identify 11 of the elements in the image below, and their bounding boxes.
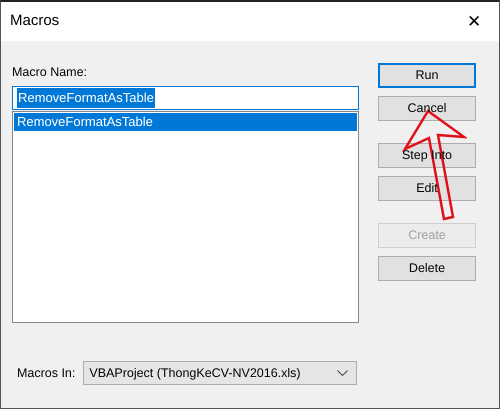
dialog-button[interactable]: Cancel [378,96,476,121]
dialog-button[interactable]: Delete [378,256,476,281]
chevron-down-icon [337,370,348,376]
macro-name-field[interactable]: RemoveFormatAsTable [12,86,359,110]
field-label: Macro Name: [12,64,88,81]
dialog-button[interactable]: Run [378,63,476,88]
macro-list-item[interactable]: RemoveFormatAsTable [14,112,357,131]
window-title: Macros [10,11,60,32]
field-label: Macros In: [17,364,76,382]
close-button[interactable]: ✕ [463,13,485,30]
macros-in-dropdown[interactable]: VBAProject (ThongKeCV-NV2016.xls) [83,361,358,385]
